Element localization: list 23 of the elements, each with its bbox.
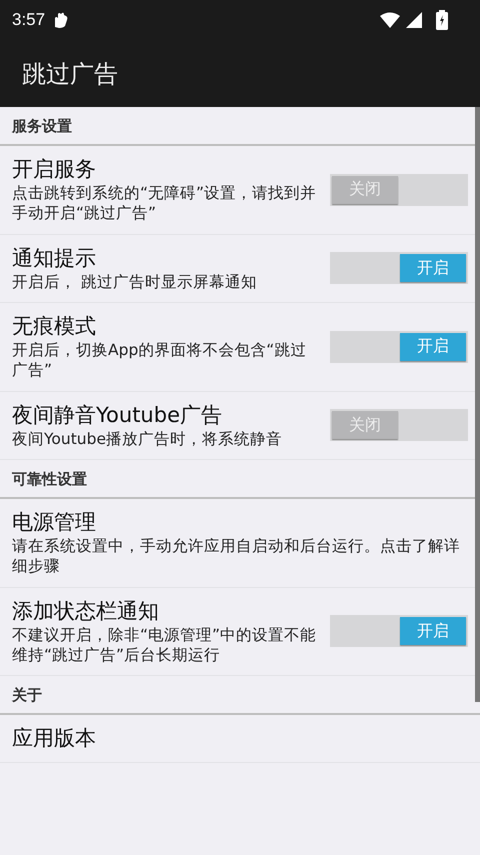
setting-description: 开启后， 跳过广告时显示屏幕通知 (12, 272, 258, 292)
setting-title[interactable]: 夜间静音Youtube广告 (12, 402, 322, 429)
switch-label: 关闭 (332, 176, 398, 204)
setting-title[interactable]: 添加状态栏通知 (12, 598, 322, 625)
setting-description: 不建议开启，除非“电源管理”中的设置不能维持“跳过广告”后台长期运行 (12, 624, 318, 666)
setting-title[interactable]: 开启服务 (12, 156, 322, 184)
setting-description: 夜间Youtube播放广告时，将系统静音 (12, 428, 283, 450)
setting-title[interactable]: 无痕模式 (12, 313, 322, 340)
setting-title[interactable]: 应用版本 (12, 725, 468, 752)
signal-icon (406, 12, 422, 28)
switch-label: 开启 (400, 617, 466, 646)
setting-description: 开启后，切换App的界面将不会包含“跳过广告” (12, 340, 308, 381)
switch-label: 开启 (400, 254, 466, 282)
setting-title[interactable]: 通知提示 (12, 244, 322, 272)
switch-label: 开启 (400, 332, 466, 361)
setting-title[interactable]: 电源管理 (12, 509, 468, 536)
setting-description: 点击跳转到系统的“无障碍”设置，请找到并手动开启“跳过广告” (12, 183, 318, 224)
switch-label: 关闭 (332, 411, 398, 440)
wifi-icon (380, 12, 400, 28)
app-title: 跳过广告 (22, 58, 118, 90)
status-time: 3:57 (12, 10, 46, 30)
setting-description: 请在系统设置中，手动允许应用自启动和后台运行。点击了解详细步骤 (12, 536, 461, 577)
battery-icon (436, 10, 448, 30)
